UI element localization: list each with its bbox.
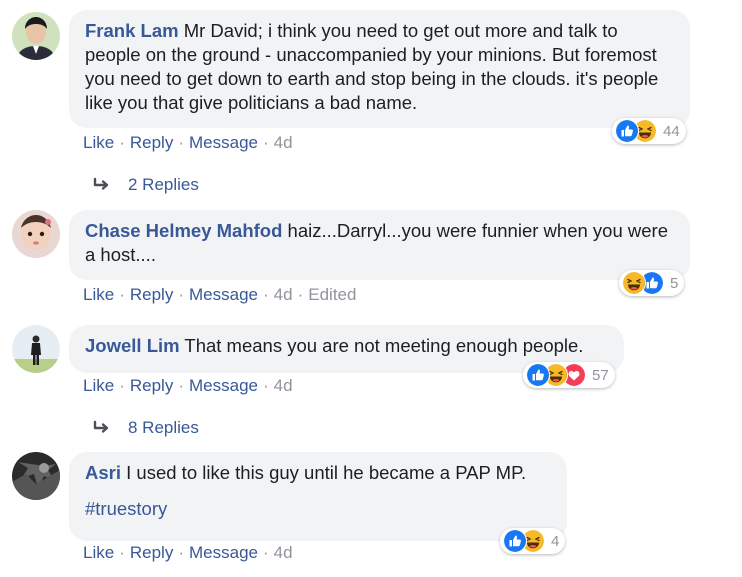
separator-dot: · (178, 285, 184, 304)
comment-actions: Like · Reply · Message · 4d · Edited (83, 285, 356, 305)
timestamp[interactable]: 4d (274, 285, 293, 304)
comment-author[interactable]: Jowell Lim (85, 335, 180, 356)
separator-dot: · (178, 133, 184, 152)
reaction-count: 5 (670, 274, 679, 292)
message-link[interactable]: Message (189, 376, 258, 395)
comment-text: That means you are not meeting enough pe… (184, 335, 584, 356)
timestamp[interactable]: 4d (274, 376, 293, 395)
separator-dot: · (262, 133, 269, 152)
like-link[interactable]: Like (83, 133, 114, 152)
separator-dot: · (297, 285, 304, 304)
message-link[interactable]: Message (189, 543, 258, 562)
haha-icon (622, 271, 646, 295)
comment-actions: Like · Reply · Message · 4d (83, 376, 293, 396)
separator-dot: · (262, 376, 269, 395)
edited-label[interactable]: Edited (308, 285, 356, 304)
separator-dot: · (262, 285, 269, 304)
avatar[interactable] (12, 325, 60, 373)
reaction-count: 57 (592, 366, 609, 384)
reply-link[interactable]: Reply (130, 376, 173, 395)
comment-author[interactable]: Frank Lam (85, 20, 179, 41)
reaction-summary[interactable]: 57 (523, 362, 615, 388)
reaction-count: 4 (551, 532, 560, 550)
reply-link[interactable]: Reply (130, 543, 173, 562)
avatar-image (12, 325, 60, 373)
separator-dot: · (119, 133, 125, 152)
avatar-image (12, 210, 60, 258)
like-link[interactable]: Like (83, 285, 114, 304)
reply-link[interactable]: Reply (130, 133, 173, 152)
replies-count-label: 2 Replies (128, 175, 199, 194)
separator-dot: · (262, 543, 269, 562)
separator-dot: · (178, 376, 184, 395)
replies-count-label: 8 Replies (128, 418, 199, 437)
reaction-summary[interactable]: 4 (500, 528, 566, 554)
comment-bubble: Frank Lam Mr David; i think you need to … (69, 10, 690, 128)
avatar[interactable] (12, 12, 60, 60)
comment-author[interactable]: Chase Helmey Mahfod (85, 220, 282, 241)
avatar-image (12, 12, 60, 60)
message-link[interactable]: Message (189, 133, 258, 152)
hashtag-link[interactable]: #truestory (85, 497, 167, 521)
view-replies-link[interactable]: 2 Replies (92, 175, 199, 195)
comment-actions: Like · Reply · Message · 4d (83, 543, 293, 563)
reply-arrow-icon (92, 420, 114, 436)
comment-text: I used to like this guy until he became … (126, 462, 527, 483)
reply-arrow-icon (92, 177, 114, 193)
comment-author[interactable]: Asri (85, 462, 121, 483)
separator-dot: · (119, 376, 125, 395)
timestamp[interactable]: 4d (274, 133, 293, 152)
like-link[interactable]: Like (83, 543, 114, 562)
like-icon (526, 363, 550, 387)
like-icon (615, 119, 639, 143)
view-replies-link[interactable]: 8 Replies (92, 418, 199, 438)
reaction-summary[interactable]: 5 (619, 270, 685, 296)
separator-dot: · (119, 543, 125, 562)
avatar[interactable] (12, 210, 60, 258)
comment-bubble: Asri I used to like this guy until he be… (69, 452, 567, 541)
avatar-image (12, 452, 60, 500)
like-icon (503, 529, 527, 553)
comment-actions: Like · Reply · Message · 4d (83, 133, 293, 153)
reaction-count: 44 (663, 122, 680, 140)
separator-dot: · (119, 285, 125, 304)
reply-link[interactable]: Reply (130, 285, 173, 304)
like-link[interactable]: Like (83, 376, 114, 395)
avatar[interactable] (12, 452, 60, 500)
message-link[interactable]: Message (189, 285, 258, 304)
separator-dot: · (178, 543, 184, 562)
comment-bubble: Chase Helmey Mahfod haiz...Darryl...you … (69, 210, 690, 280)
timestamp[interactable]: 4d (274, 543, 293, 562)
reaction-summary[interactable]: 44 (612, 118, 686, 144)
